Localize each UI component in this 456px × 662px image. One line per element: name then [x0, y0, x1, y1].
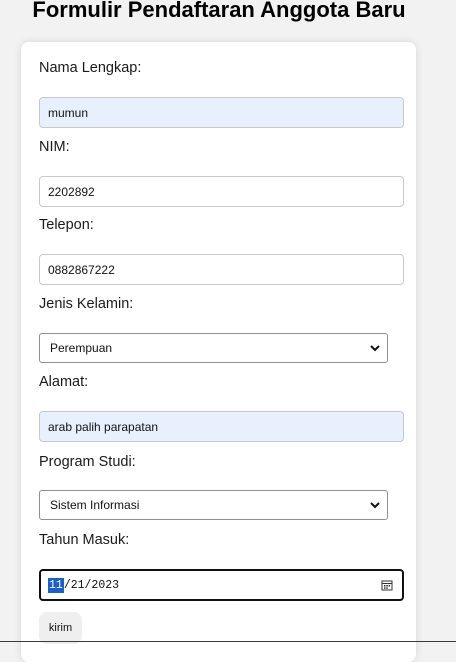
program-studi-label: Program Studi:: [39, 454, 136, 470]
nim-input[interactable]: 2202892: [39, 176, 404, 207]
nama-value: mumun: [48, 105, 89, 120]
program-studi-select[interactable]: Sistem Informasi: [39, 490, 388, 520]
tahun-masuk-label: Tahun Masuk:: [39, 532, 130, 548]
chevron-down-icon: [369, 342, 381, 354]
telepon-label: Telepon:: [39, 217, 94, 233]
tahun-masuk-date-input[interactable]: 11/21/2023: [39, 569, 404, 601]
jenis-kelamin-selected: Perempuan: [50, 341, 113, 355]
telepon-value: 0882867222: [48, 262, 115, 277]
date-rest-segment[interactable]: /21/2023: [64, 579, 119, 592]
jenis-kelamin-label: Jenis Kelamin:: [39, 296, 134, 312]
nim-label: NIM:: [39, 139, 70, 155]
program-studi-selected: Sistem Informasi: [50, 498, 140, 512]
alamat-input[interactable]: arab palih parapatan: [39, 411, 404, 442]
date-value: 11/21/2023: [48, 577, 119, 593]
calendar-icon[interactable]: [381, 579, 393, 591]
telepon-input[interactable]: 0882867222: [39, 254, 404, 285]
alamat-value: arab palih parapatan: [48, 419, 159, 434]
nim-value: 2202892: [48, 184, 95, 199]
submit-button[interactable]: kirim: [39, 612, 82, 644]
jenis-kelamin-select[interactable]: Perempuan: [39, 333, 388, 363]
chevron-down-icon: [369, 499, 381, 511]
page-title: Formulir Pendaftaran Anggota Baru: [32, 0, 406, 22]
nama-input[interactable]: mumun: [39, 97, 404, 128]
date-month-segment[interactable]: 11: [48, 577, 64, 593]
nama-label: Nama Lengkap:: [39, 60, 142, 76]
alamat-label: Alamat:: [39, 374, 89, 390]
